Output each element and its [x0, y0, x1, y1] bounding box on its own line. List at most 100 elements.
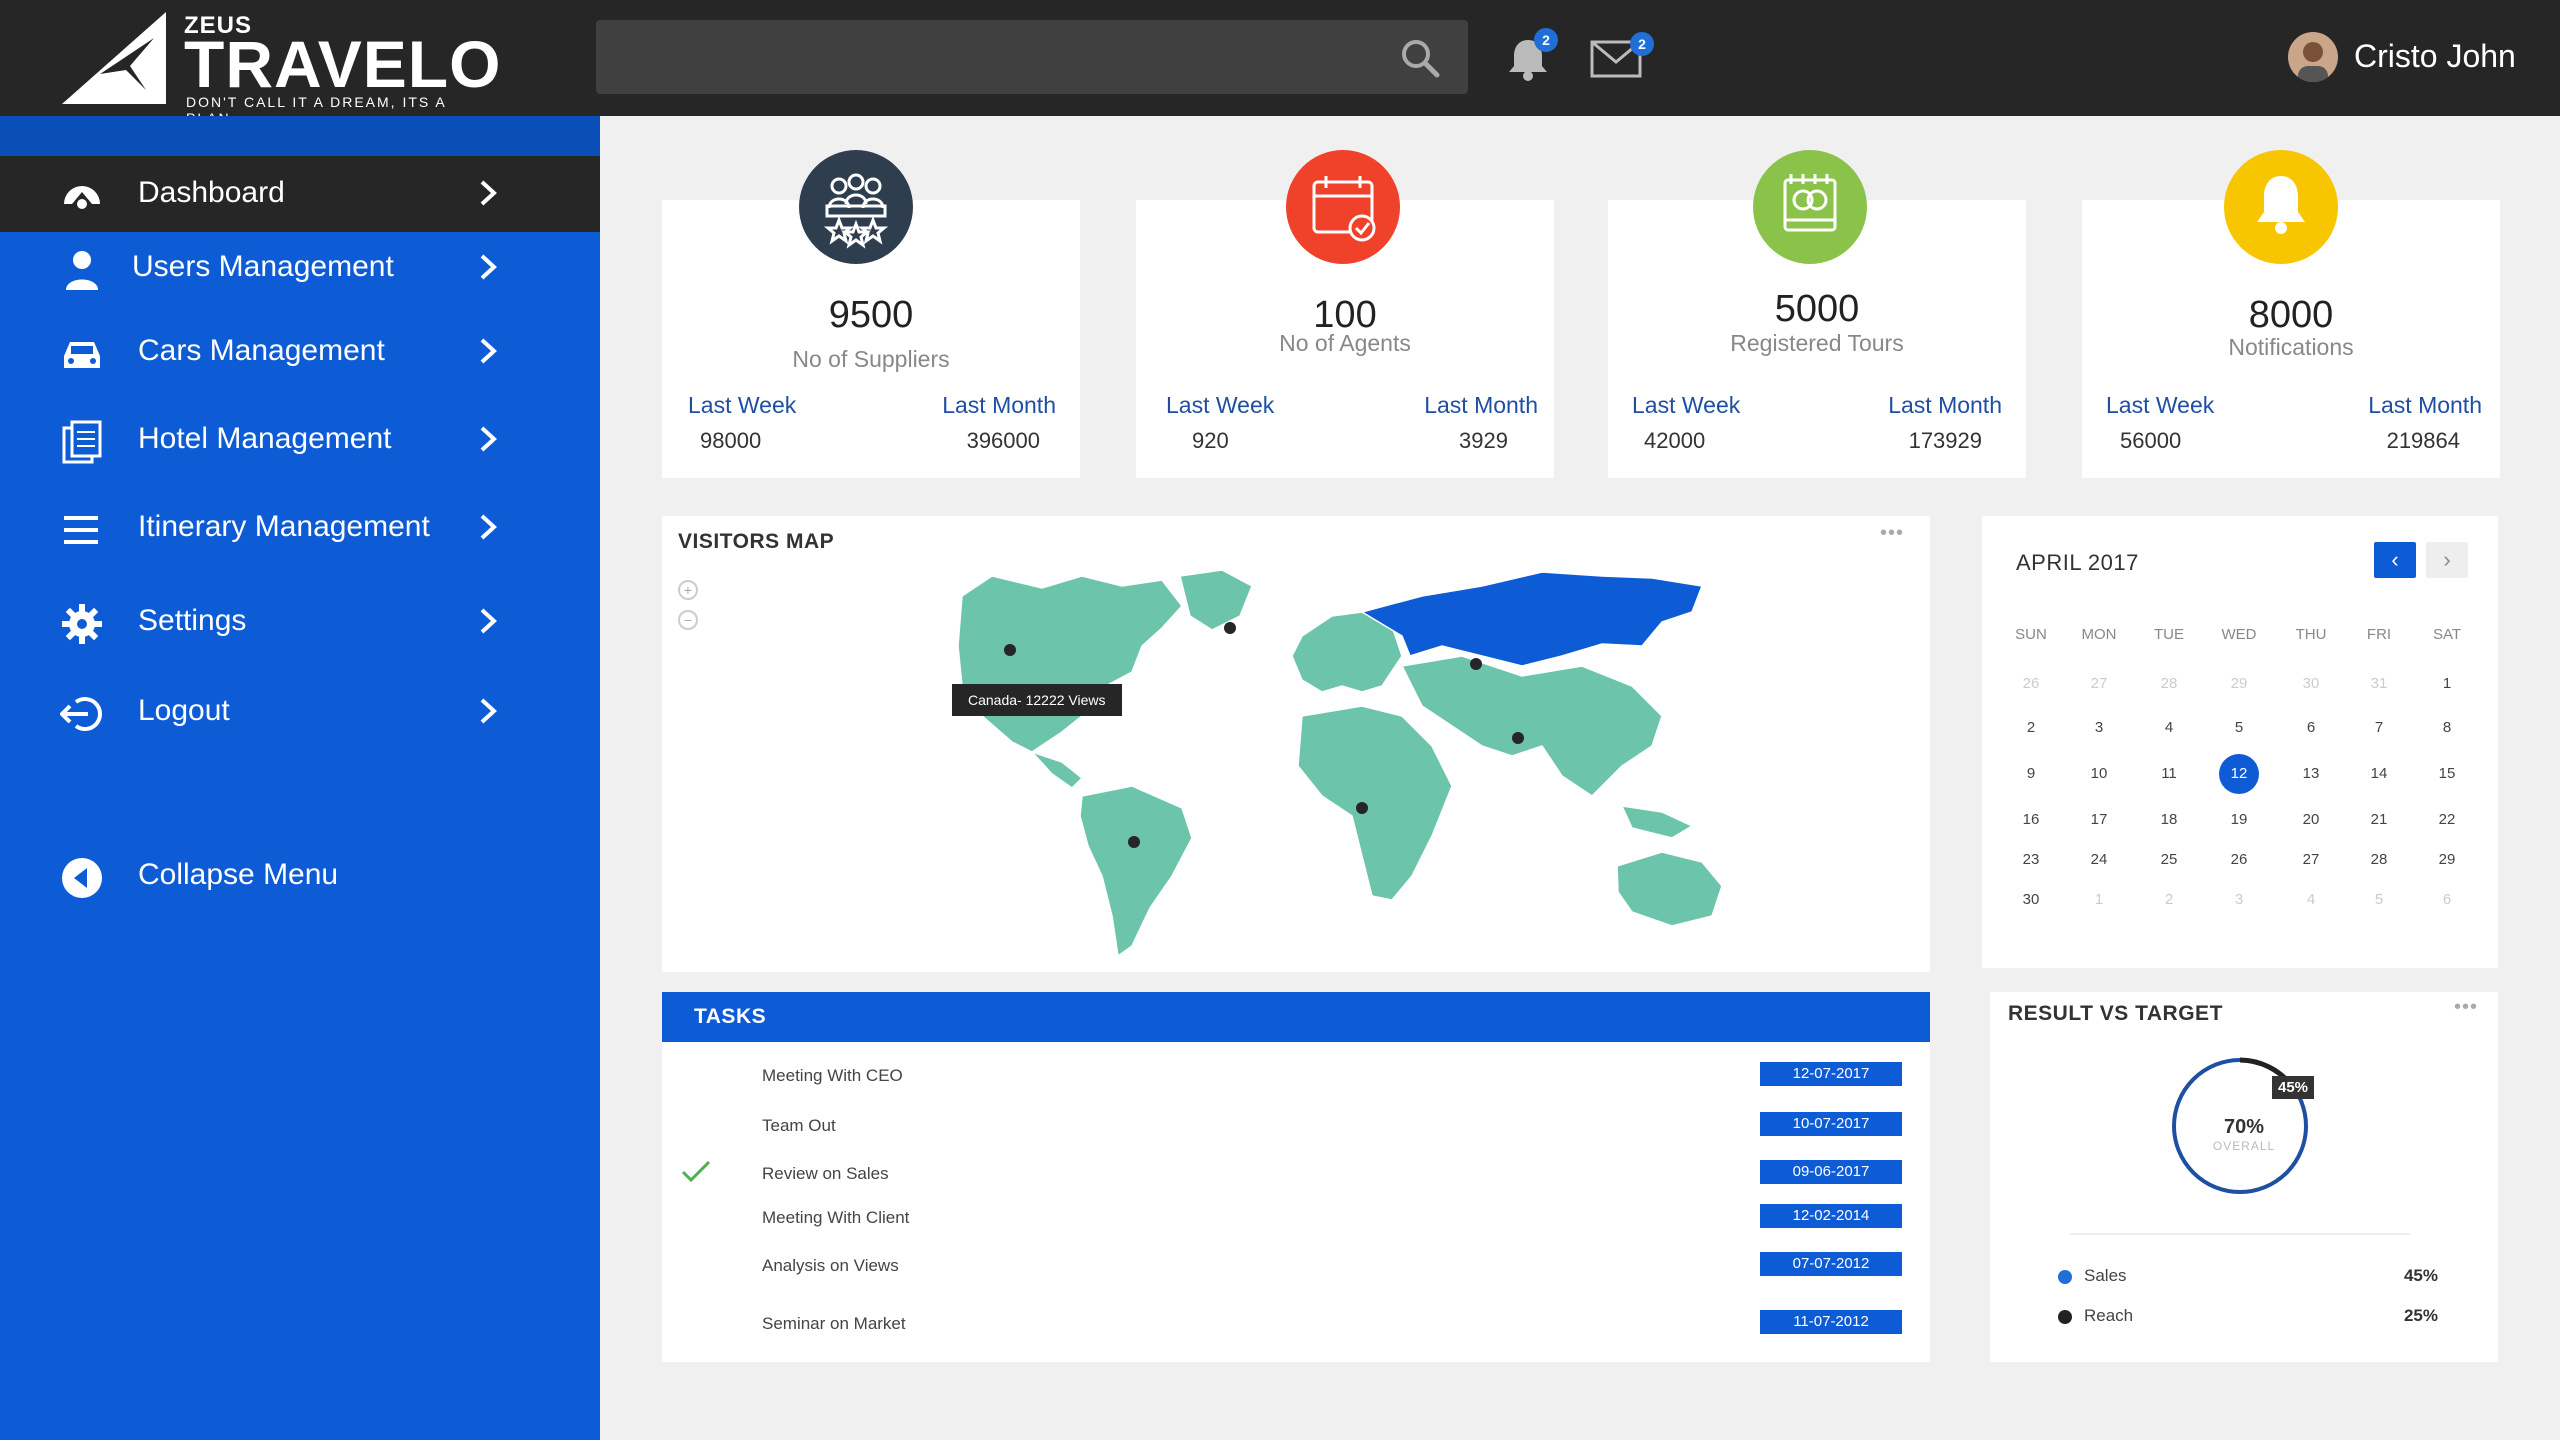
calendar-day[interactable]: 13 — [2291, 754, 2331, 794]
calendar-day[interactable]: 23 — [2011, 840, 2051, 880]
calendar-day[interactable]: 17 — [2079, 800, 2119, 840]
calendar-day[interactable]: 3 — [2219, 880, 2259, 920]
calendar-day[interactable]: 1 — [2427, 664, 2467, 704]
calendar-next-button[interactable]: › — [2426, 542, 2468, 578]
sidebar-item-hotel[interactable]: Hotel Management — [0, 402, 600, 478]
legend-name: Reach — [2084, 1306, 2134, 1325]
task-row[interactable]: Meeting With CEO 12-07-2017 — [662, 1054, 1930, 1100]
search-icon[interactable] — [1400, 38, 1440, 78]
last-month-label: Last Month — [942, 392, 1056, 418]
calendar-day[interactable]: 9 — [2011, 754, 2051, 794]
car-icon — [64, 342, 100, 368]
calendar-day[interactable]: 16 — [2011, 800, 2051, 840]
logo[interactable]: ZEUS TRAVELO DON'T CALL IT A DREAM, ITS … — [56, 8, 500, 126]
calendar-day[interactable]: 12 — [2219, 754, 2259, 794]
calendar-day[interactable]: 4 — [2149, 708, 2189, 748]
task-name: Review on Sales — [762, 1164, 889, 1183]
tasks-header: TASKS — [662, 992, 1930, 1042]
sidebar-item-itinerary[interactable]: Itinerary Management — [0, 490, 600, 566]
sidebar-item-label: Itinerary Management — [138, 510, 430, 543]
calendar-day[interactable]: 11 — [2149, 754, 2189, 794]
calendar-day[interactable]: 21 — [2359, 800, 2399, 840]
collapse-menu-button[interactable]: Collapse Menu — [0, 844, 600, 904]
calendar-day[interactable]: 15 — [2427, 754, 2467, 794]
calendar-day[interactable]: 18 — [2149, 800, 2189, 840]
sidebar-item-users[interactable]: Users Management — [0, 230, 600, 306]
calendar-day[interactable]: 29 — [2219, 664, 2259, 704]
stat-label: No of Suppliers — [792, 346, 950, 372]
calendar-day[interactable]: 6 — [2427, 880, 2467, 920]
legend-dot — [2058, 1270, 2072, 1284]
calendar-day[interactable]: 26 — [2219, 840, 2259, 880]
task-name: Meeting With Client — [762, 1208, 910, 1227]
calendar-day[interactable]: 4 — [2291, 880, 2331, 920]
calendar-day[interactable]: 28 — [2359, 840, 2399, 880]
calendar-day[interactable]: 27 — [2291, 840, 2331, 880]
last-week-label: Last Week — [1166, 392, 1275, 418]
world-map[interactable] — [662, 516, 1930, 972]
calendar-day[interactable]: 20 — [2291, 800, 2331, 840]
bell-icon — [2224, 150, 2338, 264]
calendar-day[interactable]: 22 — [2427, 800, 2467, 840]
calendar-panel: APRIL 2017 ‹ › SUN MON TUE WED THU FRI SAT 26 27… — [1982, 516, 2498, 968]
legend-item-reach: Reach 25% — [2058, 1302, 2438, 1330]
legend-value: 25% — [2403, 1306, 2438, 1325]
sidebar-item-logout[interactable]: Logout — [0, 674, 600, 750]
calendar-day[interactable]: 19 — [2219, 800, 2259, 840]
calendar-day[interactable]: 5 — [2219, 708, 2259, 748]
sidebar-item-dashboard[interactable]: Dashboard — [0, 156, 600, 232]
calendar-day[interactable]: 31 — [2359, 664, 2399, 704]
dashboard-icon — [64, 186, 100, 209]
user-name[interactable]: Cristo John — [2354, 38, 2516, 75]
calendar-day[interactable]: 8 — [2427, 708, 2467, 748]
document-icon — [62, 420, 102, 464]
avatar[interactable] — [2288, 32, 2338, 82]
last-month-value: 219864 — [2386, 428, 2460, 453]
calendar-day[interactable]: 10 — [2079, 754, 2119, 794]
last-week-value: 98000 — [700, 428, 762, 453]
calendar-day[interactable]: 3 — [2079, 708, 2119, 748]
logout-icon — [60, 697, 102, 731]
suppliers-icon — [799, 150, 913, 264]
task-row[interactable]: Team Out 10-07-2017 — [662, 1104, 1930, 1150]
chevron-right-icon — [480, 180, 497, 206]
calendar-day[interactable]: 28 — [2149, 664, 2189, 704]
messages-button[interactable]: 2 — [1590, 32, 1654, 83]
calendar-prev-button[interactable]: ‹ — [2374, 542, 2416, 578]
brand-wordmark: TRAVELO — [184, 27, 502, 101]
notifications-button[interactable]: 2 — [1506, 28, 1558, 87]
sidebar-item-cars[interactable]: Cars Management — [0, 314, 600, 390]
calendar-day[interactable]: 2 — [2149, 880, 2189, 920]
calendar-day[interactable]: 27 — [2079, 664, 2119, 704]
list-icon — [64, 516, 98, 544]
task-date-badge: 11-07-2012 — [1760, 1310, 1902, 1334]
calendar-day[interactable]: 5 — [2359, 880, 2399, 920]
logo-mark-icon — [62, 12, 166, 104]
calendar-day[interactable]: 14 — [2359, 754, 2399, 794]
calendar-day[interactable]: 25 — [2149, 840, 2189, 880]
calendar-day[interactable]: 7 — [2359, 708, 2399, 748]
calendar-check-icon — [1286, 150, 1400, 264]
task-date-badge: 07-07-2012 — [1760, 1252, 1902, 1276]
sidebar-item-settings[interactable]: Settings — [0, 584, 600, 660]
chevron-right-icon — [480, 338, 497, 364]
task-row[interactable]: Review on Sales 09-06-2017 — [662, 1152, 1930, 1198]
calendar-weekday: WED — [2221, 626, 2257, 643]
calendar-day[interactable]: 26 — [2011, 664, 2051, 704]
calendar-day[interactable]: 6 — [2291, 708, 2331, 748]
task-row[interactable]: Meeting With Client 12-02-2014 — [662, 1196, 1930, 1242]
calendar-day[interactable]: 30 — [2291, 664, 2331, 704]
calendar-day[interactable]: 24 — [2079, 840, 2119, 880]
task-name: Team Out — [762, 1116, 836, 1135]
legend-name: Sales — [2084, 1266, 2127, 1285]
calendar-day[interactable]: 30 — [2011, 880, 2051, 920]
more-options-icon[interactable]: ••• — [2454, 996, 2478, 1019]
calendar-day[interactable]: 2 — [2011, 708, 2051, 748]
chevron-right-icon — [480, 514, 497, 540]
calendar-day[interactable]: 1 — [2079, 880, 2119, 920]
calendar-day[interactable]: 29 — [2427, 840, 2467, 880]
search-input[interactable] — [596, 20, 1468, 94]
task-row[interactable]: Analysis on Views 07-07-2012 — [662, 1244, 1930, 1290]
task-row[interactable]: Seminar on Market 11-07-2012 — [662, 1302, 1930, 1348]
donut-sublabel: OVERALL — [2212, 1139, 2276, 1153]
